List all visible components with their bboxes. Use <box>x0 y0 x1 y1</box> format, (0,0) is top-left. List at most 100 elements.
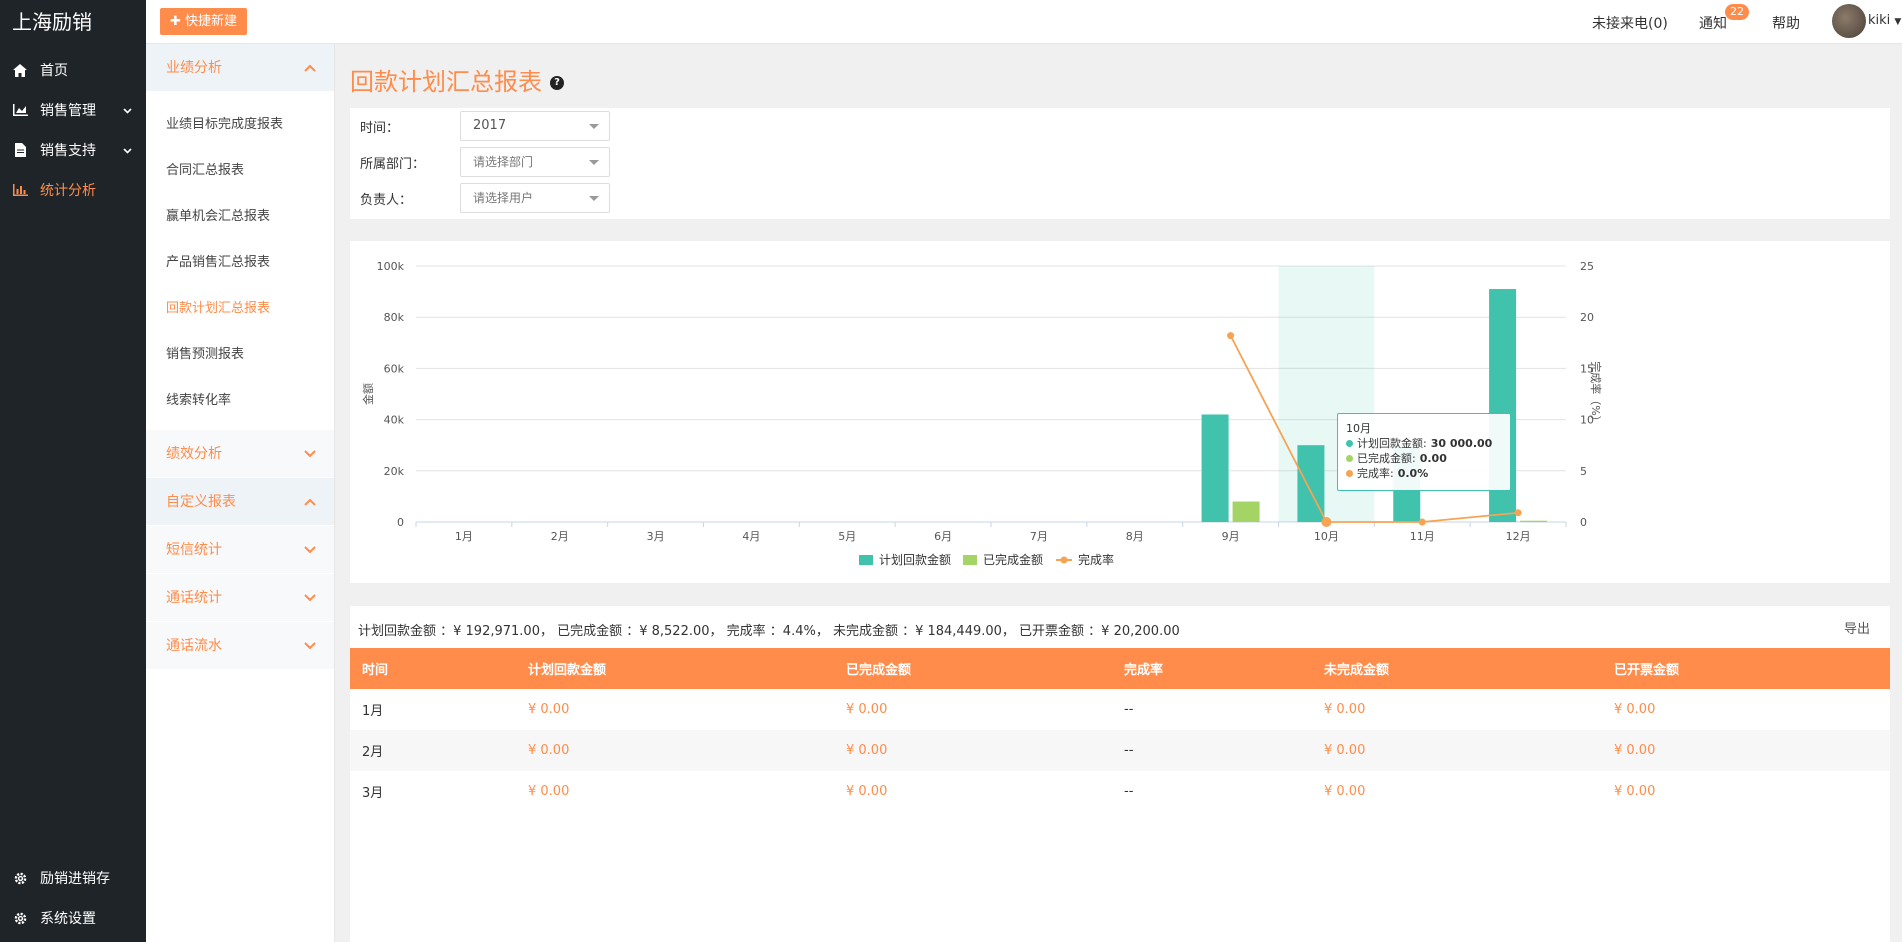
plus-icon: ✚ <box>170 14 181 29</box>
x-tick-label: 10月 <box>1314 530 1339 543</box>
tooltip-label: 完成率: <box>1357 467 1394 480</box>
user-menu[interactable]: kiki ▼ <box>1868 13 1901 28</box>
table-cell: ¥ 0.00 <box>528 784 570 799</box>
subnav-group-sms[interactable]: 短信统计 <box>146 526 334 574</box>
subnav-link-product-sales[interactable]: 产品销售汇总报表 <box>146 240 334 286</box>
legend-swatch <box>859 555 873 565</box>
sidebar-item-label: 励销进销存 <box>40 871 110 887</box>
sidebar-item-settings[interactable]: 系统设置 <box>0 898 146 938</box>
subnav-group-label: 业绩分析 <box>166 60 222 76</box>
filter-row-department: 所属部门： 请选择部门 <box>360 147 610 177</box>
tooltip-row: 已完成金额: 0.00 <box>1346 451 1502 466</box>
brand-logo: 上海励销 <box>12 10 92 34</box>
subnav-link-won-opportunity[interactable]: 赢单机会汇总报表 <box>146 194 334 240</box>
quick-new-button[interactable]: ✚ 快捷新建 <box>160 8 248 35</box>
x-tick-label: 1月 <box>455 530 473 543</box>
filter-label: 所属部门： <box>360 156 426 172</box>
subnav-group-call-stats[interactable]: 通话统计 <box>146 574 334 622</box>
y-right-tick-label: 25 <box>1580 260 1594 273</box>
chevron-down-icon <box>123 102 132 118</box>
department-select[interactable]: 请选择部门 <box>460 147 610 177</box>
table-cell: 1月 <box>362 704 384 719</box>
notify-label: 通知 <box>1699 16 1727 32</box>
page-title-text: 回款计划汇总报表 <box>350 68 542 96</box>
table-row[interactable]: 1月 ¥ 0.00 ¥ 0.00 -- ¥ 0.00 ¥ 0.00 <box>350 689 1890 730</box>
table-cell: -- <box>1124 784 1134 799</box>
subnav-link-forecast[interactable]: 销售预测报表 <box>146 332 334 378</box>
tooltip-value: 0.00 <box>1419 452 1447 465</box>
y-right-tick-label: 20 <box>1580 311 1594 324</box>
chart-area-icon <box>12 102 28 118</box>
column-header[interactable]: 计划回款金额 <box>516 648 834 689</box>
completion-rate-point <box>1321 517 1332 527</box>
home-icon <box>12 62 28 78</box>
chevron-down-icon <box>123 142 132 158</box>
subnav-link-payment-plan[interactable]: 回款计划汇总报表 <box>146 286 334 332</box>
x-tick-label: 5月 <box>838 530 856 543</box>
sidebar-item-home[interactable]: 首页 <box>0 50 146 90</box>
missed-calls-link[interactable]: 未接来电(0) <box>1592 13 1668 33</box>
report-subnav: 业绩分析 业绩目标完成度报表 合同汇总报表 赢单机会汇总报表 产品销售汇总报表 … <box>146 44 335 942</box>
subnav-group-custom[interactable]: 自定义报表 <box>146 478 334 526</box>
subnav-link-lead-conversion[interactable]: 线索转化率 <box>146 378 334 424</box>
table-cell: ¥ 0.00 <box>1324 743 1366 758</box>
owner-select[interactable]: 请选择用户 <box>460 183 610 213</box>
x-tick-label: 12月 <box>1506 530 1531 543</box>
year-select[interactable]: 2017 <box>460 111 610 141</box>
chevron-up-icon <box>304 44 316 92</box>
legend-swatch <box>1060 556 1068 564</box>
y-tick-label: 60k <box>384 362 405 375</box>
sidebar-item-label: 销售管理 <box>40 103 96 119</box>
table-row[interactable]: 3月 ¥ 0.00 ¥ 0.00 -- ¥ 0.00 ¥ 0.00 <box>350 771 1890 812</box>
x-tick-label: 3月 <box>647 530 665 543</box>
table-header-row: 时间 计划回款金额 已完成金额 完成率 未完成金额 已开票金额 <box>350 648 1890 689</box>
column-header[interactable]: 时间 <box>350 648 516 689</box>
sidebar-item-sales-support[interactable]: 销售支持 <box>0 130 146 170</box>
column-header[interactable]: 未完成金额 <box>1312 648 1602 689</box>
column-header[interactable]: 已完成金额 <box>834 648 1112 689</box>
question-icon[interactable]: ? <box>550 76 564 90</box>
subnav-group-label: 自定义报表 <box>166 494 236 510</box>
caret-down-icon <box>589 124 599 129</box>
notify-link[interactable]: 通知 22 <box>1699 4 1749 33</box>
sidebar-bottom: 励销进销存 系统设置 <box>0 858 146 938</box>
filter-row-owner: 负责人： 请选择用户 <box>360 183 610 213</box>
tooltip-value: 30 000.00 <box>1430 437 1493 450</box>
tooltip-label: 计划回款金额: <box>1357 437 1427 450</box>
help-link[interactable]: 帮助 <box>1772 13 1800 33</box>
y-right-tick-label: 5 <box>1580 465 1587 478</box>
table-cell: 3月 <box>362 786 384 801</box>
x-tick-label: 8月 <box>1126 530 1144 543</box>
chevron-up-icon <box>304 478 316 526</box>
avatar[interactable] <box>1832 4 1866 38</box>
summary-table: 时间 计划回款金额 已完成金额 完成率 未完成金额 已开票金额 1月 ¥ 0.0… <box>350 648 1890 812</box>
column-header[interactable]: 已开票金额 <box>1602 648 1890 689</box>
sidebar-item-label: 系统设置 <box>40 911 96 927</box>
table-cell: ¥ 0.00 <box>1324 702 1366 717</box>
sidebar-item-inventory[interactable]: 励销进销存 <box>0 858 146 898</box>
table-cell: ¥ 0.00 <box>1614 784 1656 799</box>
x-tick-label: 11月 <box>1410 530 1435 543</box>
x-tick-label: 9月 <box>1222 530 1240 543</box>
subnav-group-performance[interactable]: 绩效分析 <box>146 430 334 478</box>
chevron-down-icon <box>304 430 316 478</box>
subnav-group-label: 通话统计 <box>166 590 222 606</box>
table-row[interactable]: 2月 ¥ 0.00 ¥ 0.00 -- ¥ 0.00 ¥ 0.00 <box>350 730 1890 771</box>
caret-down-icon: ▼ <box>1894 17 1902 27</box>
table-cell: 2月 <box>362 745 384 760</box>
sidebar-item-label: 销售支持 <box>40 143 96 159</box>
bar-chart-icon <box>12 182 28 198</box>
table-cell: ¥ 0.00 <box>1614 702 1656 717</box>
sidebar-item-statistics[interactable]: 统计分析 <box>0 170 146 210</box>
export-button[interactable]: 导出 <box>1844 618 1870 637</box>
table-cell: ¥ 0.00 <box>1614 743 1656 758</box>
subnav-group-call-log[interactable]: 通话流水 <box>146 622 334 670</box>
y-tick-label: 80k <box>384 311 405 324</box>
subnav-link-contract[interactable]: 合同汇总报表 <box>146 148 334 194</box>
subnav-group-business[interactable]: 业绩分析 <box>146 44 334 92</box>
column-header[interactable]: 完成率 <box>1112 648 1312 689</box>
x-tick-label: 4月 <box>742 530 760 543</box>
sidebar-item-sales-management[interactable]: 销售管理 <box>0 90 146 130</box>
table-cell: ¥ 0.00 <box>846 743 888 758</box>
subnav-link-target[interactable]: 业绩目标完成度报表 <box>146 102 334 148</box>
